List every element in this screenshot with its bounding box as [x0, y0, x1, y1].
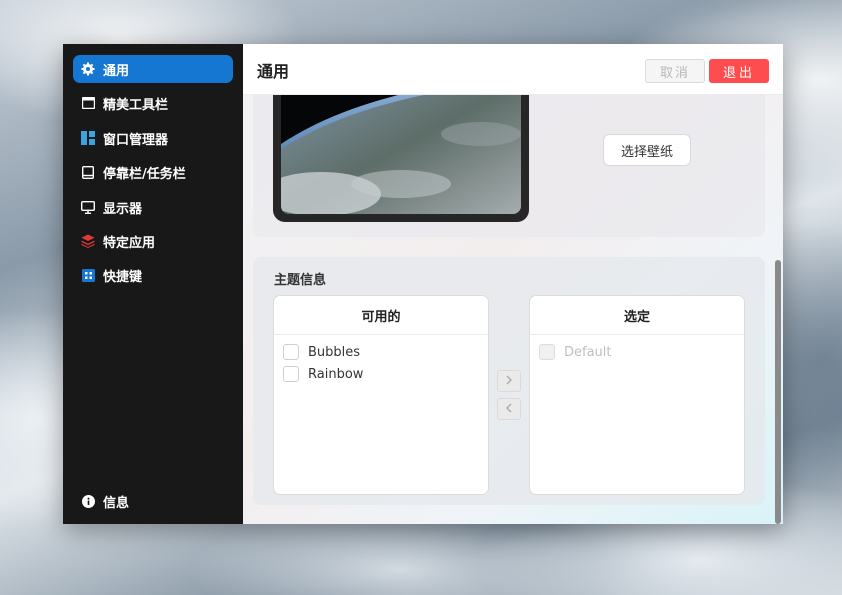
- sidebar-item-label: 精美工具栏: [103, 97, 169, 113]
- wallpaper-preview-frame: [273, 74, 529, 222]
- gear-icon: [81, 62, 95, 76]
- section-title: 主题信息: [274, 273, 327, 288]
- sidebar-item-window-manager[interactable]: 窗口管理器: [73, 124, 233, 152]
- available-themes-list: 可用的 Bubbles Rainbow: [273, 295, 489, 495]
- sidebar-item-specific-apps[interactable]: 特定应用: [73, 227, 233, 255]
- chevron-left-icon: [505, 402, 513, 416]
- list-item[interactable]: Rainbow: [283, 365, 363, 383]
- list-item-label: Default: [564, 344, 612, 360]
- info-icon: [81, 494, 95, 508]
- chevron-right-icon: [505, 374, 513, 388]
- main-panel: 通用 取消 退出 选择壁纸 主题信息 可用的 Bubbles Rainbow 选…: [243, 44, 783, 524]
- sidebar-item-label: 快捷键: [103, 269, 143, 285]
- theme-card: 主题信息 可用的 Bubbles Rainbow 选定 Default: [253, 257, 765, 505]
- sidebar-item-general[interactable]: 通用: [73, 55, 233, 83]
- select-wallpaper-button[interactable]: 选择壁纸: [603, 134, 691, 166]
- list-item-label: Rainbow: [308, 366, 364, 382]
- sidebar-item-label: 通用: [103, 63, 130, 79]
- sidebar: 通用 精美工具栏 窗口管理器 停靠栏/任务栏 显示器 特定应用 快捷键 信息: [63, 44, 243, 524]
- layers-icon: [81, 234, 95, 248]
- layout-icon: [81, 131, 95, 145]
- sidebar-item-info[interactable]: 信息: [73, 487, 233, 515]
- checkbox[interactable]: [283, 344, 299, 360]
- available-list-title: 可用的: [274, 296, 488, 335]
- wallpaper-preview-image: [281, 74, 521, 214]
- selected-themes-list: 选定 Default: [529, 295, 745, 495]
- sidebar-item-label: 停靠栏/任务栏: [103, 166, 186, 182]
- move-right-button[interactable]: [497, 370, 521, 392]
- list-item[interactable]: Bubbles: [283, 343, 360, 361]
- monitor-icon: [81, 200, 95, 214]
- shortcut-icon: [81, 268, 95, 282]
- checkbox[interactable]: [283, 366, 299, 382]
- sidebar-item-dock-taskbar[interactable]: 停靠栏/任务栏: [73, 158, 233, 186]
- sidebar-item-label: 信息: [103, 495, 130, 511]
- checkbox: [539, 344, 555, 360]
- wallpaper-card: 选择壁纸: [253, 74, 765, 237]
- list-item: Default: [539, 343, 612, 361]
- move-left-button[interactable]: [497, 398, 521, 420]
- window-icon: [81, 96, 95, 110]
- sidebar-item-fancy-toolbar[interactable]: 精美工具栏: [73, 89, 233, 117]
- settings-window: 通用 精美工具栏 窗口管理器 停靠栏/任务栏 显示器 特定应用 快捷键 信息 通…: [63, 44, 783, 524]
- sidebar-item-monitor[interactable]: 显示器: [73, 193, 233, 221]
- sidebar-item-label: 特定应用: [103, 235, 156, 251]
- cancel-button[interactable]: 取消: [645, 59, 705, 83]
- scrollbar[interactable]: [775, 260, 781, 524]
- list-item-label: Bubbles: [308, 344, 361, 360]
- page-title: 通用: [257, 62, 290, 81]
- exit-button[interactable]: 退出: [709, 59, 769, 83]
- sidebar-item-label: 窗口管理器: [103, 132, 169, 148]
- sidebar-item-shortcuts[interactable]: 快捷键: [73, 261, 233, 289]
- dock-icon: [81, 165, 95, 179]
- header-bar: 通用 取消 退出: [243, 44, 783, 95]
- selected-list-title: 选定: [530, 296, 744, 335]
- sidebar-item-label: 显示器: [103, 201, 143, 217]
